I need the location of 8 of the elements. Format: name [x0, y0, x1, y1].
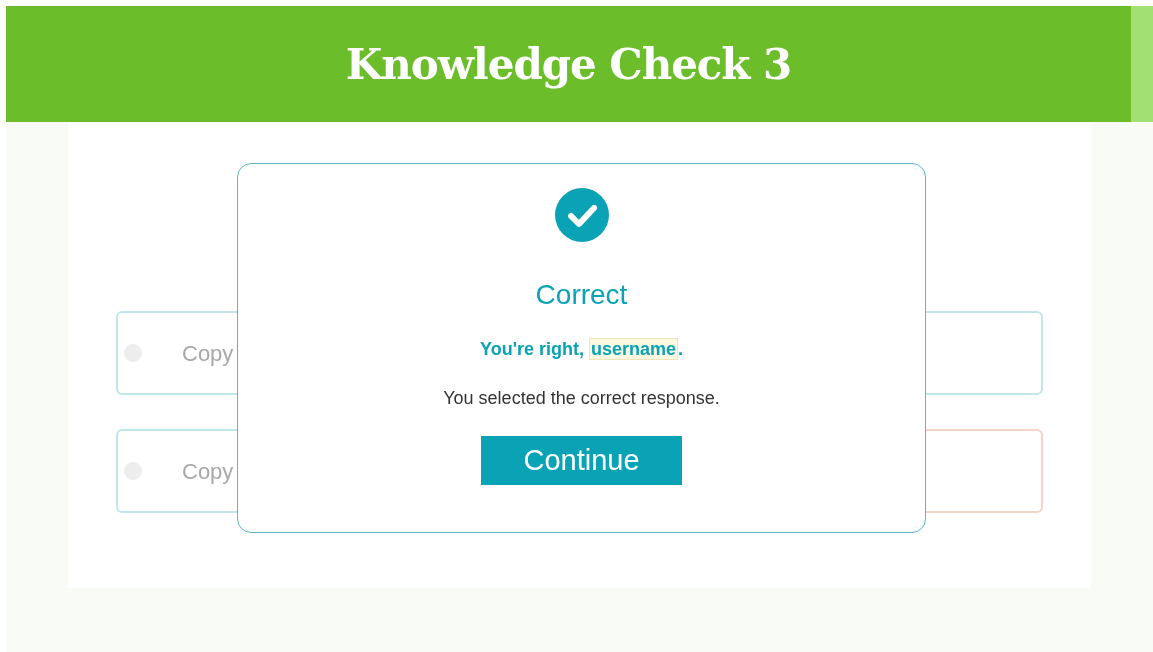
option-text: Copy [182, 457, 234, 486]
continue-button[interactable]: Continue [481, 436, 682, 485]
feedback-greeting: You're right, username. [480, 337, 683, 362]
page-title: Knowledge Check 3 [345, 38, 792, 91]
checkmark-icon [554, 188, 609, 242]
dialog-title: Correct [535, 278, 628, 312]
option-text: Copy [182, 339, 234, 368]
feedback-message: You selected the correct response. [443, 387, 720, 410]
